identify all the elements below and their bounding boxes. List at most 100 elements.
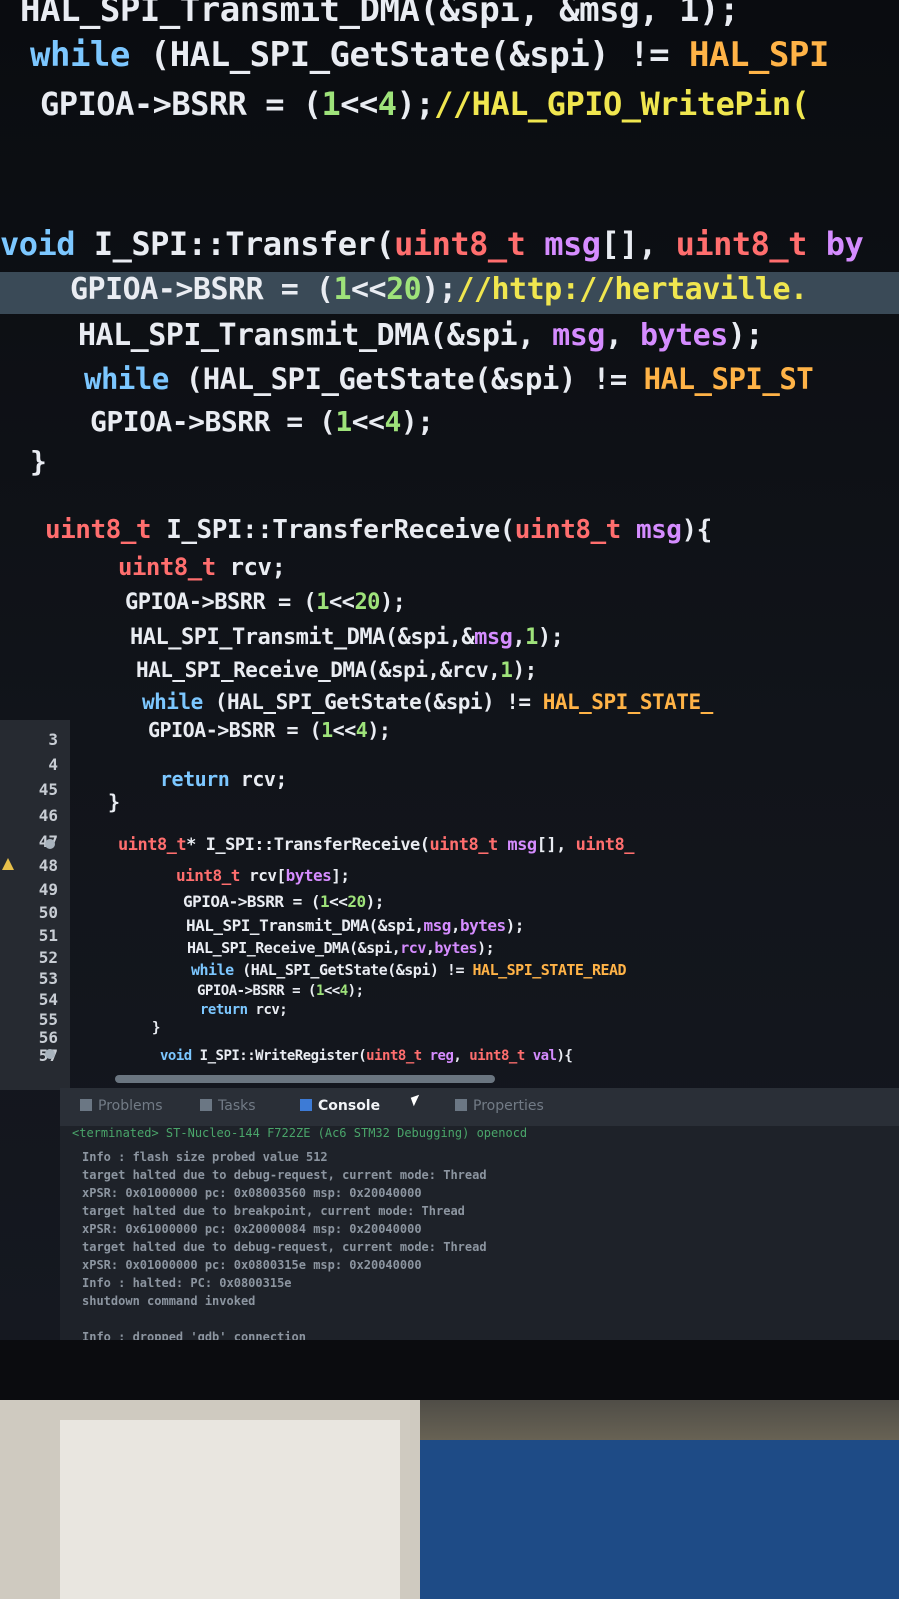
tasks-icon: [200, 1099, 212, 1111]
code-editor[interactable]: HAL_SPI_Transmit_DMA(&spi, &msg, 1); whil…: [0, 0, 899, 1090]
code-token: val: [532, 1048, 557, 1064]
console-line: target halted due to debug-request, curr…: [82, 1168, 487, 1182]
code-token: bytes: [434, 939, 478, 957]
code-token: GPIOA->BSRR = (: [70, 272, 334, 307]
console-line: shutdown command invoked: [82, 1294, 256, 1308]
code-token: rcv[: [249, 866, 286, 885]
code-token: uint8_t: [514, 515, 636, 545]
blue-board: [420, 1440, 899, 1599]
code-token: ,: [453, 1048, 470, 1064]
code-token: (HAL_SPI_GetState(&spi) !=: [185, 362, 644, 396]
code-token: I_SPI::Transfer(: [93, 225, 395, 263]
code-line: return rcv;: [160, 767, 287, 791]
code-token: I_SPI::TransferReceive(: [166, 515, 515, 545]
line-number: 54: [38, 990, 58, 1009]
code-line: }: [30, 445, 47, 478]
code-token: <<: [340, 85, 378, 123]
console-line: Info : halted: PC: 0x0800315e: [82, 1276, 292, 1290]
code-token: );: [477, 939, 495, 957]
code-line: HAL_SPI_Receive_DMA(&spi,rcv,bytes);: [187, 939, 495, 957]
code-token: ,: [450, 916, 461, 935]
code-token: HAL_SPI_ST: [643, 362, 814, 396]
line-number: 46: [38, 806, 58, 825]
code-token: }: [108, 790, 120, 814]
line-number: 51: [38, 926, 58, 945]
code-token: rcv;: [229, 553, 286, 581]
code-line: void I_SPI::Transfer(uint8_t msg[], uint…: [0, 225, 864, 263]
code-line: GPIOA->BSRR = (1<<4);: [148, 718, 391, 742]
line-number: 52: [38, 948, 58, 967]
tab-problems[interactable]: Problems: [80, 1098, 163, 1114]
code-token: void: [160, 1048, 200, 1064]
code-token: rcv;: [255, 1002, 288, 1018]
tab-console[interactable]: Console: [300, 1098, 380, 1114]
code-line: uint8_t rcv;: [118, 553, 286, 581]
code-token: );: [727, 318, 764, 353]
code-token: );: [537, 625, 564, 650]
console-line: target halted due to debug-request, curr…: [82, 1240, 487, 1254]
code-token: 1: [316, 590, 329, 615]
breadboard: [60, 1420, 400, 1599]
code-token: );: [400, 405, 434, 438]
code-line: HAL_SPI_Transmit_DMA(&spi,msg,bytes);: [186, 916, 524, 935]
code-token: );: [347, 983, 364, 999]
code-line: while (HAL_SPI_GetState(&spi) != HAL_SPI…: [142, 690, 713, 714]
code-token: GPIOA->BSRR = (: [125, 590, 317, 615]
code-token: 4: [339, 983, 348, 999]
breakpoint-marker-icon[interactable]: [45, 839, 55, 849]
code-line: void I_SPI::WriteRegister(uint8_t reg, u…: [160, 1048, 573, 1064]
code-token: [],: [600, 225, 676, 263]
code-token: while: [30, 35, 150, 75]
code-token: HAL_SPI_Transmit_DMA(&spi,&: [130, 625, 475, 650]
code-line: GPIOA->BSRR = (1<<20);//http://hertavill…: [70, 272, 808, 307]
code-line: HAL_SPI_Transmit_DMA(&spi, &msg, 1);: [20, 0, 739, 30]
code-token: (HAL_SPI_GetState(&spi) !=: [214, 690, 543, 714]
code-token: //http://hertaville.: [456, 272, 808, 307]
properties-icon: [455, 1099, 467, 1111]
breakpoint-marker-icon[interactable]: [45, 1049, 55, 1059]
code-token: 1: [320, 892, 330, 911]
code-token: uint8_t: [366, 1048, 430, 1064]
code-token: GPIOA->BSRR = (: [148, 718, 322, 742]
code-line: }: [108, 790, 120, 814]
code-token: <<: [328, 590, 355, 615]
line-number: 53: [38, 969, 58, 988]
code-token: msg: [636, 515, 682, 545]
code-token: HAL_SPI_Receive_DMA(&spi,: [187, 939, 401, 957]
code-token: );: [421, 272, 457, 307]
code-token: HAL_SPI_Transmit_DMA(&spi,: [186, 916, 424, 935]
code-line: GPIOA->BSRR = (1<<4);//HAL_GPIO_WritePin…: [40, 85, 810, 123]
code-line: GPIOA->BSRR = (1<<4);: [90, 405, 434, 438]
code-token: 1: [525, 625, 538, 650]
console-line: xPSR: 0x61000000 pc: 0x20000084 msp: 0x2…: [82, 1222, 422, 1236]
code-line: while (HAL_SPI_GetState(&spi) != HAL_SPI…: [191, 961, 627, 979]
console-line: Info : dropped 'gdb' connection: [82, 1330, 306, 1340]
monitor-bezel: [0, 1340, 899, 1400]
code-token: uint8_t: [118, 835, 187, 855]
code-token: I_SPI::WriteRegister(: [199, 1048, 367, 1064]
code-token: );: [512, 658, 537, 682]
line-number: 56: [38, 1028, 58, 1047]
code-token: 1: [500, 658, 513, 682]
tab-tasks[interactable]: Tasks: [200, 1098, 256, 1114]
code-token: ];: [331, 866, 350, 885]
code-line: while (HAL_SPI_GetState(&spi) != HAL_SPI: [30, 35, 829, 75]
code-token: HAL_SPI_Transmit_DMA(&spi,: [78, 318, 553, 353]
code-token: bytes: [285, 866, 332, 885]
bottom-panel: Problems Tasks Console Properties <termi…: [60, 1088, 899, 1340]
code-token: reg: [429, 1048, 454, 1064]
line-number: 3: [48, 730, 58, 749]
code-token: while: [142, 690, 215, 714]
code-token: ){: [681, 515, 712, 545]
code-token: HAL_SPI_Receive_DMA(&spi,&rcv,: [136, 658, 501, 682]
horizontal-scrollbar[interactable]: [115, 1075, 495, 1083]
code-token: * I_SPI::TransferReceive(: [186, 835, 430, 855]
code-token: );: [365, 892, 385, 911]
code-token: uint8_t: [118, 553, 230, 581]
code-token: msg: [474, 625, 513, 650]
code-token: 20: [354, 590, 380, 615]
code-token: 1: [335, 405, 352, 438]
code-token: );: [367, 718, 391, 742]
code-line: GPIOA->BSRR = (1<<4);: [197, 983, 364, 999]
tab-properties[interactable]: Properties: [455, 1098, 544, 1114]
